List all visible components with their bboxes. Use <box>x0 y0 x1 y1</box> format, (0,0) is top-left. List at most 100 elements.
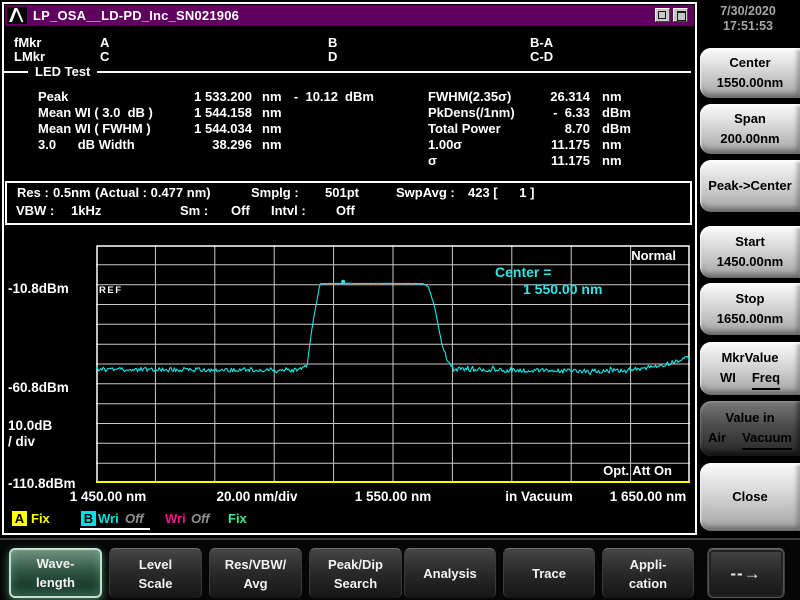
menu-label: Appli- <box>630 555 667 574</box>
trace-c-off: Off <box>191 511 210 526</box>
restore-button[interactable] <box>673 8 688 22</box>
value-in-option-air[interactable]: Air <box>708 428 726 450</box>
mkrvalue-option-freq[interactable]: Freq <box>752 368 780 390</box>
active-trace-underline <box>80 528 150 530</box>
value-in-option-vacuum[interactable]: Vacuum <box>742 428 792 450</box>
menu-peak-dip-search[interactable]: Peak/Dip Search <box>309 548 402 598</box>
sweep-settings-box: Res : 0.5nm (Actual : 0.477 nm) Smplg : … <box>5 181 692 225</box>
start-button[interactable]: Start 1450.00nm <box>700 226 800 278</box>
center-annotation-line2: 1 550.00 nm <box>523 281 602 297</box>
trace-d-state: Fix <box>228 511 247 526</box>
swpavg-value: 423 [ 1 ] <box>468 186 534 200</box>
date-label: 7/30/2020 <box>698 4 798 19</box>
menu-label: Analysis <box>423 564 476 583</box>
minimize-button[interactable] <box>655 8 670 22</box>
res-value: 0.5nm <box>53 186 91 200</box>
x-axis-div-label: 20.00 nm/div <box>216 489 297 504</box>
datetime-display: 7/30/2020 17:51:53 <box>698 4 798 34</box>
swpavg-label: SwpAvg : <box>396 186 455 200</box>
peak-to-center-button[interactable]: Peak->Center <box>700 160 800 212</box>
smplg-label: Smplg : <box>251 186 299 200</box>
result-value: 11.175 <box>490 154 590 168</box>
more-arrow-icon: --→ <box>730 564 761 583</box>
marker-c-d: C-D <box>530 50 553 64</box>
intvl-label: Intvl : <box>271 204 306 218</box>
section-separator <box>4 71 691 73</box>
y-axis-bottom-label: -110.8dBm <box>8 476 76 491</box>
result-label: Mean WI ( 3.0 dB ) <box>38 106 153 120</box>
lmkr-label: LMkr <box>14 50 45 64</box>
intvl-value: Off <box>336 204 355 218</box>
menu-label: cation <box>629 574 667 593</box>
osa-screen: LP_OSA__LD-PD_Inc_SN021906 fMkr A B B-A … <box>0 0 800 600</box>
sm-value: Off <box>231 204 250 218</box>
menu-wavelength[interactable]: Wave- length <box>9 548 102 598</box>
trace-b-badge: B <box>81 511 96 526</box>
menu-analysis[interactable]: Analysis <box>404 548 496 598</box>
menu-label: length <box>36 573 75 592</box>
trace-b-off: Off <box>125 511 144 526</box>
result-label: 3.0 dB Width <box>38 138 135 152</box>
menu-label: Wave- <box>37 554 75 573</box>
span-button-label: Span <box>734 109 766 129</box>
y-axis-ref-label: -10.8dBm <box>8 281 69 296</box>
result-unit: nm <box>602 154 622 168</box>
window-title: LP_OSA__LD-PD_Inc_SN021906 <box>33 8 239 23</box>
center-button[interactable]: Center 1550.00nm <box>700 48 800 98</box>
start-button-value: 1450.00nm <box>717 252 784 272</box>
span-button[interactable]: Span 200.00nm <box>700 104 800 154</box>
trace-c-state: Wri <box>165 511 186 526</box>
trace-a-badge: A <box>12 511 27 526</box>
opt-att-status: Opt. Att On <box>544 463 672 478</box>
result-unit: nm <box>602 90 622 104</box>
trace-b-state: Wri <box>98 511 119 526</box>
x-axis-stop-label: 1 650.00 nm <box>610 489 687 504</box>
result-label: 1.00σ <box>428 138 462 152</box>
menu-application[interactable]: Appli- cation <box>602 548 694 598</box>
peak-level-unit: dBm <box>345 90 374 104</box>
menu-label: Avg <box>243 574 267 593</box>
function-menubar: Wave- length Level Scale Res/VBW/ Avg Pe… <box>0 538 800 600</box>
stop-button[interactable]: Stop 1650.00nm <box>700 283 800 335</box>
result-value: 1 533.200 <box>140 90 252 104</box>
menu-label: Scale <box>139 574 173 593</box>
center-button-label: Center <box>729 53 770 73</box>
result-unit: nm <box>262 122 282 136</box>
result-unit: nm <box>262 138 282 152</box>
res-label: Res : <box>17 186 49 200</box>
result-label: Mean WI ( FWHM ) <box>38 122 151 136</box>
peak-level-value: - 10.12 <box>276 90 338 104</box>
center-button-value: 1550.00nm <box>717 73 784 93</box>
menu-label: Level <box>139 555 172 574</box>
menu-res-vbw-avg[interactable]: Res/VBW/ Avg <box>209 548 302 598</box>
result-value: 11.175 <box>490 138 590 152</box>
menu-level-scale[interactable]: Level Scale <box>109 548 202 598</box>
result-unit: dBm <box>602 122 631 136</box>
main-window: LP_OSA__LD-PD_Inc_SN021906 fMkr A B B-A … <box>2 2 697 535</box>
result-value: 1 544.034 <box>140 122 252 136</box>
close-button[interactable]: Close <box>700 463 800 531</box>
result-unit: dBm <box>602 106 631 120</box>
restore-icon <box>677 11 686 21</box>
close-button-label: Close <box>732 487 767 507</box>
time-label: 17:51:53 <box>698 19 798 34</box>
y-axis-scale-div-label: / div <box>8 434 35 449</box>
menu-label: Peak/Dip <box>328 555 383 574</box>
mkrvalue-option-wl[interactable]: WI <box>720 368 736 390</box>
menu-more-arrow[interactable]: --→ <box>707 548 785 598</box>
result-unit: nm <box>262 106 282 120</box>
softkey-sidebar: 7/30/2020 17:51:53 Center 1550.00nm Span… <box>698 0 800 600</box>
menu-trace[interactable]: Trace <box>503 548 595 598</box>
result-label: σ <box>428 154 437 168</box>
span-button-value: 200.00nm <box>720 129 779 149</box>
start-button-label: Start <box>735 232 765 252</box>
result-value: 8.70 <box>490 122 590 136</box>
fmkr-label: fMkr <box>14 36 41 50</box>
mkrvalue-button[interactable]: MkrValue WI Freq <box>700 342 800 395</box>
vbw-label: VBW : <box>16 204 54 218</box>
trace-a-state: Fix <box>31 511 50 526</box>
x-axis-center-label: 1 550.00 nm <box>355 489 432 504</box>
stop-button-value: 1650.00nm <box>717 309 784 329</box>
value-in-button[interactable]: Value in Air Vacuum <box>700 401 800 456</box>
center-annotation-line1: Center = <box>495 264 551 280</box>
